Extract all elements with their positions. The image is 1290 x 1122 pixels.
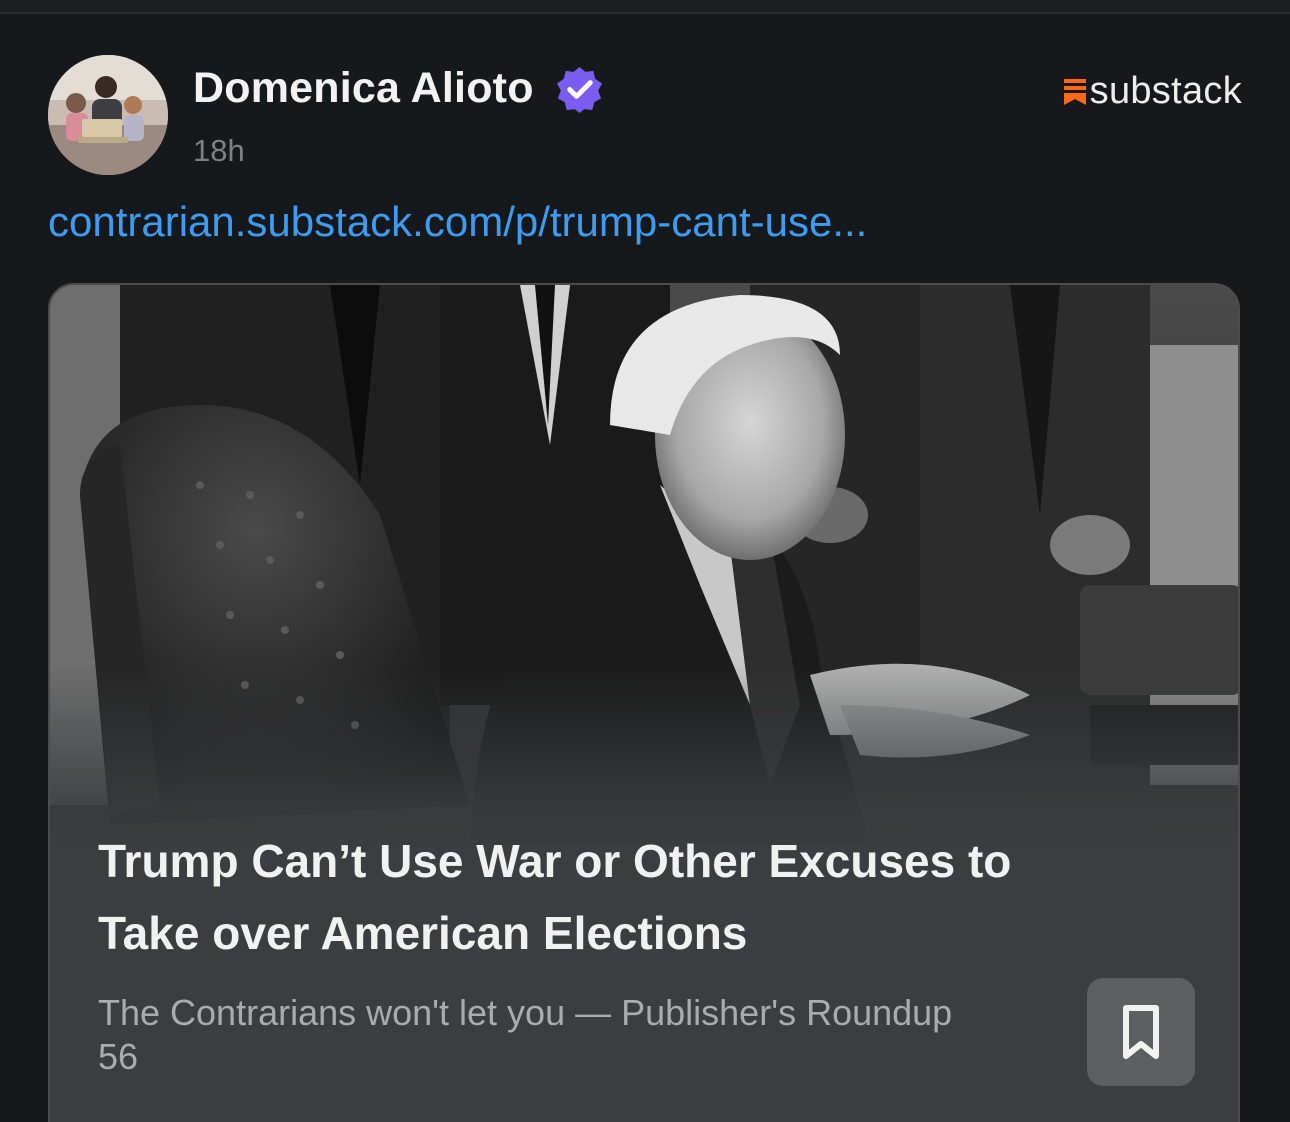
card-title[interactable]: Trump Can’t Use War or Other Excuses to … [98,825,1058,969]
bookmark-icon [1123,1005,1159,1059]
link-preview-card[interactable]: Trump Can’t Use War or Other Excuses to … [48,283,1240,1122]
author-avatar[interactable] [48,55,168,175]
post-timestamp: 18h [193,133,245,168]
verified-check-icon [556,66,603,114]
top-divider [0,0,1290,14]
post-link[interactable]: contrarian.substack.com/p/trump-cant-use… [48,198,867,246]
avatar-photo [48,55,168,175]
substack-brand[interactable]: substack [1063,70,1242,113]
feed-post: Domenica Alioto 18h substack contrarian.… [0,0,1290,1122]
author-name[interactable]: Domenica Alioto [193,64,534,113]
substack-logo-icon [1063,78,1086,105]
brand-label: substack [1089,70,1242,112]
card-subtitle: The Contrarians won't let you — Publishe… [98,992,953,1077]
bookmark-button[interactable] [1087,978,1195,1086]
